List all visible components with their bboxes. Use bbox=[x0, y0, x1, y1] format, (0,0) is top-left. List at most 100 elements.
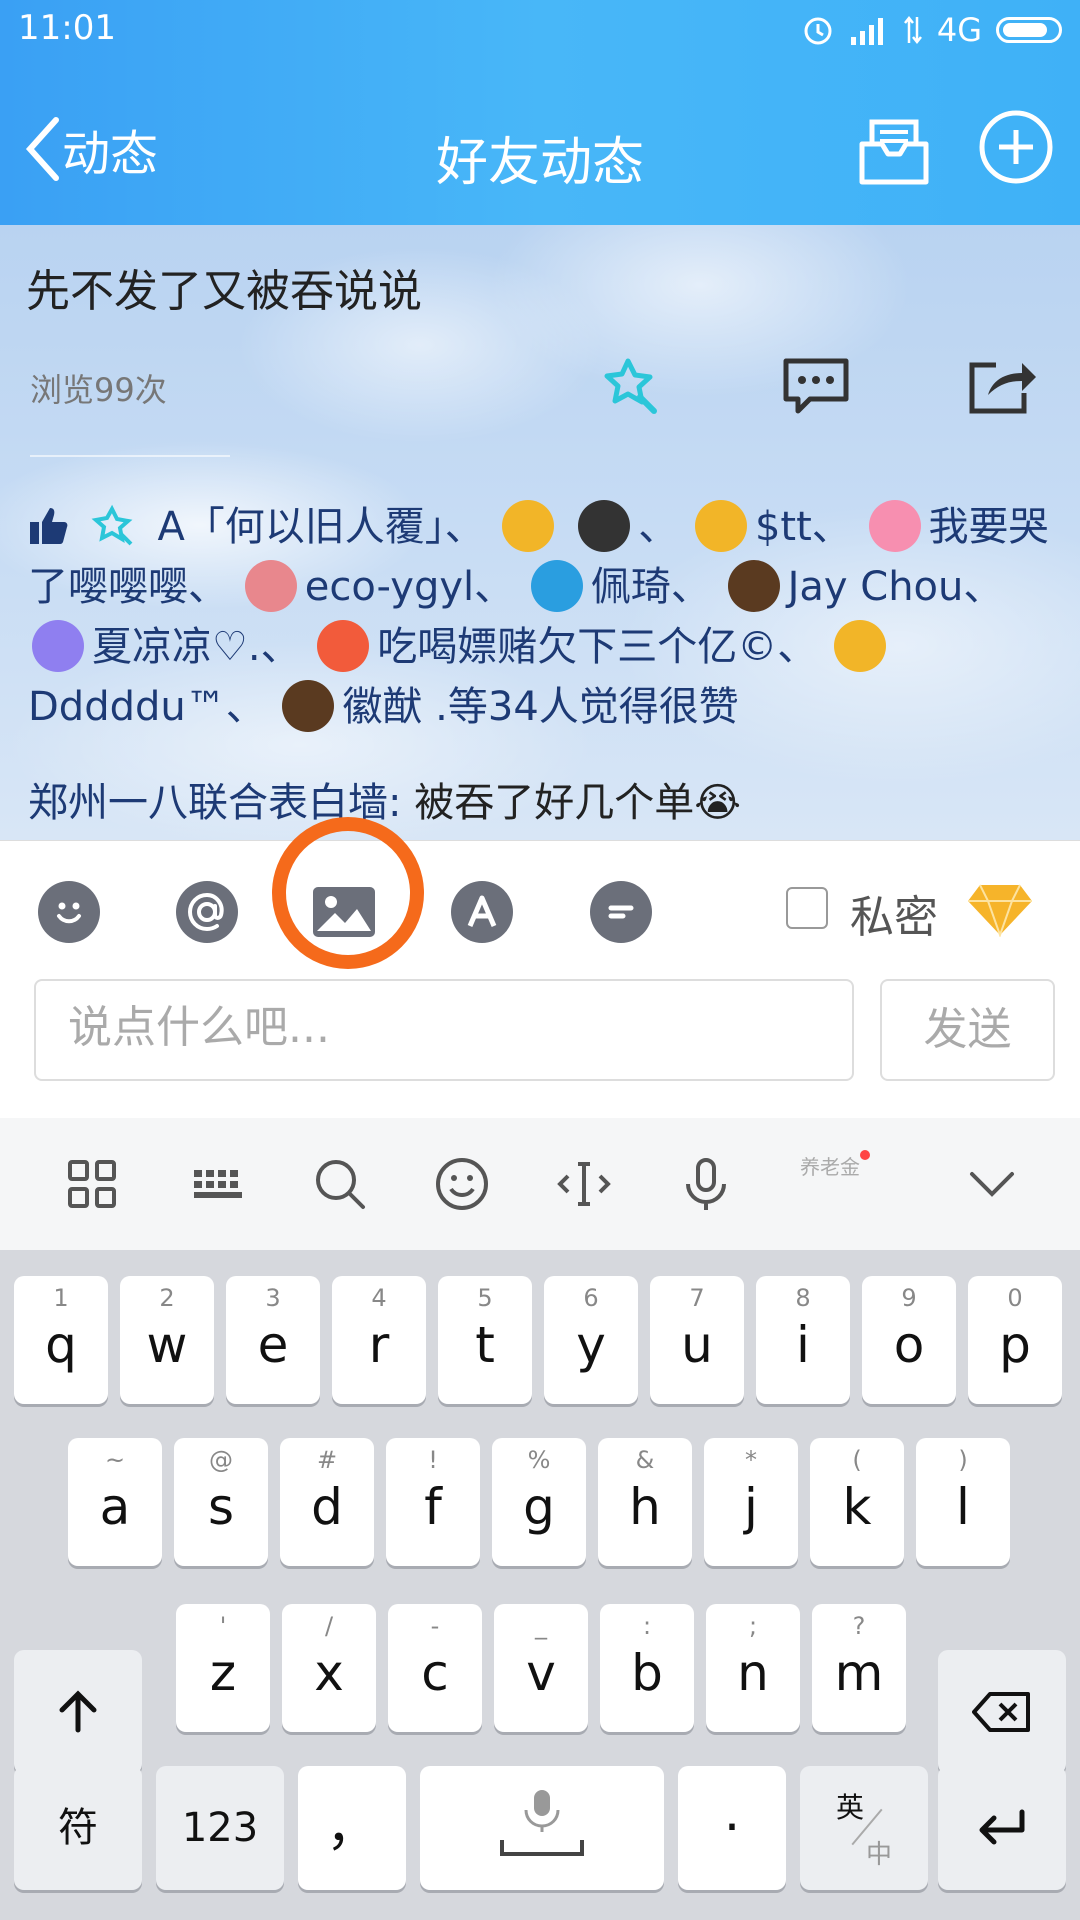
microphone-icon[interactable] bbox=[678, 1156, 734, 1212]
key-i[interactable]: 8i bbox=[756, 1276, 850, 1404]
composer: 私密 发送 bbox=[0, 817, 1080, 1119]
comment-input[interactable] bbox=[66, 1001, 830, 1054]
key-u[interactable]: 7u bbox=[650, 1276, 744, 1404]
avatar[interactable] bbox=[727, 560, 780, 612]
key-d[interactable]: # d bbox=[280, 1438, 374, 1566]
key-n[interactable]: ; n bbox=[706, 1604, 800, 1732]
keyboard-icon[interactable] bbox=[190, 1156, 246, 1212]
key-label: u bbox=[681, 1316, 713, 1374]
like-name[interactable]: 、 bbox=[638, 504, 678, 550]
key-j[interactable]: * j bbox=[704, 1438, 798, 1566]
magic-star-icon[interactable] bbox=[598, 353, 664, 419]
backspace-key[interactable] bbox=[938, 1650, 1066, 1774]
comma-key[interactable]: ， bbox=[298, 1766, 406, 1890]
key-label: q bbox=[45, 1316, 77, 1374]
bubble-style-button[interactable] bbox=[590, 881, 652, 943]
chevron-down-icon[interactable] bbox=[964, 1156, 1020, 1212]
avatar[interactable] bbox=[694, 500, 747, 552]
avatar[interactable] bbox=[868, 500, 921, 552]
number-key[interactable]: 123 bbox=[156, 1766, 284, 1890]
grid-icon[interactable] bbox=[64, 1156, 120, 1212]
like-name[interactable]: 吃喝嫖赌欠下三个亿©、 bbox=[377, 624, 817, 670]
notification-dot bbox=[860, 1150, 870, 1160]
status-bar: 11:01 4G bbox=[0, 0, 1080, 62]
mention-button[interactable] bbox=[176, 881, 238, 943]
enter-key[interactable] bbox=[938, 1766, 1066, 1890]
key-q[interactable]: 1q bbox=[14, 1276, 108, 1404]
key-r[interactable]: 4r bbox=[332, 1276, 426, 1404]
key-t[interactable]: 5t bbox=[438, 1276, 532, 1404]
avatar[interactable] bbox=[530, 560, 583, 612]
language-switch-key[interactable]: 英 中 bbox=[800, 1766, 928, 1890]
font-style-button[interactable] bbox=[451, 881, 513, 943]
cursor-icon[interactable] bbox=[556, 1156, 612, 1212]
key-w[interactable]: 2w bbox=[120, 1276, 214, 1404]
add-icon[interactable] bbox=[977, 108, 1055, 186]
like-name[interactable]: 夏凉凉♡.、 bbox=[92, 624, 301, 670]
key-b[interactable]: :b bbox=[600, 1604, 694, 1732]
key-k[interactable]: (k bbox=[810, 1438, 904, 1566]
key-hint: ! bbox=[428, 1446, 438, 1474]
avatar[interactable] bbox=[282, 680, 335, 732]
key-hint: : bbox=[642, 1612, 652, 1640]
like-name[interactable]: 徽猷 . bbox=[342, 684, 447, 730]
key-hint: ) bbox=[958, 1446, 968, 1474]
key-g[interactable]: % g bbox=[492, 1438, 586, 1566]
key-p[interactable]: 0p bbox=[968, 1276, 1062, 1404]
key-hint: # bbox=[316, 1446, 338, 1474]
key-label: w bbox=[146, 1316, 188, 1374]
like-name[interactable]: eco-ygyl、 bbox=[305, 564, 514, 610]
share-icon[interactable] bbox=[966, 355, 1038, 417]
key-x[interactable]: / x bbox=[282, 1604, 376, 1732]
like-name[interactable]: $tt、 bbox=[755, 504, 852, 550]
avatar[interactable] bbox=[317, 620, 370, 672]
like-name[interactable]: A「何以旧人覆」、 bbox=[157, 504, 484, 550]
avatar[interactable] bbox=[32, 620, 84, 672]
send-button[interactable]: 发送 bbox=[880, 979, 1055, 1081]
key-label: o bbox=[893, 1316, 925, 1374]
emoji-icon[interactable] bbox=[434, 1156, 490, 1212]
key-e[interactable]: 3e bbox=[226, 1276, 320, 1404]
comment-input-box[interactable] bbox=[34, 979, 854, 1081]
comment-icon[interactable] bbox=[780, 355, 852, 417]
space-key[interactable] bbox=[420, 1766, 664, 1890]
like-name[interactable]: 佩琦、 bbox=[591, 564, 711, 610]
key-h[interactable]: & h bbox=[598, 1438, 692, 1566]
key-v[interactable]: _ v bbox=[494, 1604, 588, 1732]
at-icon bbox=[187, 892, 224, 932]
shift-key[interactable] bbox=[14, 1650, 142, 1774]
like-name[interactable]: Dddddu™、 bbox=[28, 684, 266, 730]
key-hint: 2 bbox=[159, 1284, 175, 1312]
avatar[interactable] bbox=[834, 620, 887, 672]
key-y[interactable]: 6y bbox=[544, 1276, 638, 1404]
key-hint: * bbox=[745, 1446, 757, 1474]
avatar[interactable] bbox=[578, 500, 631, 552]
search-icon[interactable] bbox=[312, 1156, 368, 1212]
key-o[interactable]: 9o bbox=[862, 1276, 956, 1404]
key-c[interactable]: -c bbox=[388, 1604, 482, 1732]
key-m[interactable]: ? m bbox=[812, 1604, 906, 1732]
key-z[interactable]: ' z bbox=[176, 1604, 270, 1732]
likes-summary[interactable]: 等34人觉得很赞 bbox=[448, 684, 739, 730]
key-f[interactable]: ! f bbox=[386, 1438, 480, 1566]
comment-row[interactable]: 郑州一八联合表白墙: 被吞了好几个单😭 bbox=[28, 770, 741, 828]
microphone-icon bbox=[524, 1790, 560, 1832]
symbol-key[interactable]: 符 bbox=[14, 1766, 142, 1890]
like-name[interactable]: Jay Chou、 bbox=[788, 564, 1004, 610]
likes-list: A「何以旧人覆」、 、 $tt、 我要哭了嘤嘤嘤、 eco-ygyl、 佩琦、 … bbox=[28, 497, 1058, 737]
private-checkbox[interactable] bbox=[786, 887, 828, 929]
key-a[interactable]: ~ a bbox=[68, 1438, 162, 1566]
diamond-icon[interactable] bbox=[968, 883, 1032, 937]
key-hint: ' bbox=[219, 1612, 227, 1640]
key-l[interactable]: ) l bbox=[916, 1438, 1010, 1566]
key-s[interactable]: @ s bbox=[174, 1438, 268, 1566]
divider bbox=[30, 455, 230, 457]
key-label: e bbox=[257, 1316, 289, 1374]
inbox-icon[interactable] bbox=[858, 114, 930, 186]
emoji-button[interactable] bbox=[38, 881, 100, 943]
avatar[interactable] bbox=[501, 500, 554, 552]
pension-icon[interactable]: 养老金 bbox=[800, 1156, 860, 1212]
avatar[interactable] bbox=[244, 560, 297, 612]
magic-star-icon bbox=[91, 504, 133, 546]
period-key[interactable]: · bbox=[678, 1766, 786, 1890]
